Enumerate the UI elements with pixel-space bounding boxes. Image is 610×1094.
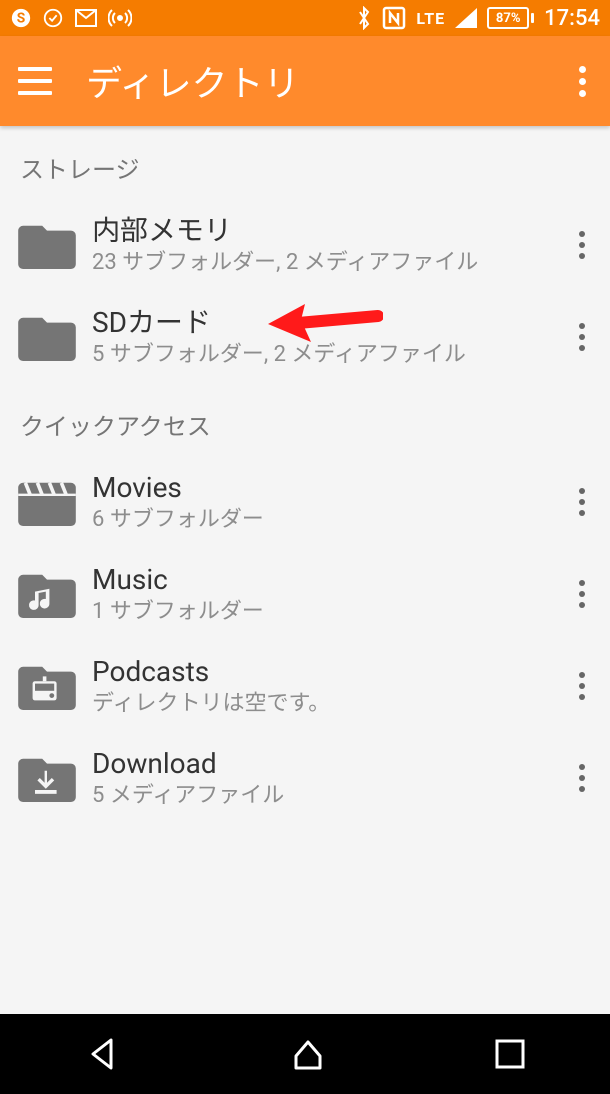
item-more-button[interactable] [562,323,602,351]
item-subtitle: 5 サブフォルダー, 2 メディアファイル [92,341,562,370]
status-left: S [10,7,132,29]
podcasts-folder-icon [16,661,78,711]
item-more-button[interactable] [562,580,602,608]
item-more-button[interactable] [562,231,602,259]
system-nav-bar [0,1014,610,1094]
status-bar: S LTE 87% 17:54 [0,0,610,36]
item-subtitle: ディレクトリは空です。 [92,690,562,719]
movies-folder-icon [16,477,78,527]
storage-item-internal[interactable]: 内部メモリ 23 サブフォルダー, 2 メディアファイル [0,199,610,291]
folder-icon [16,220,78,270]
item-title: Movies [92,470,562,506]
hamburger-menu-button[interactable] [18,67,58,95]
quick-item-music[interactable]: Music 1 サブフォルダー [0,548,610,640]
status-right: LTE 87% 17:54 [356,6,600,31]
nav-recent-button[interactable] [493,1037,527,1071]
overflow-menu-button[interactable] [573,60,592,103]
item-subtitle: 5 メディアファイル [92,782,562,811]
bluetooth-icon [356,6,372,30]
folder-icon [16,312,78,362]
signal-icon [455,8,477,28]
lte-label: LTE [416,9,445,28]
storage-item-sdcard[interactable]: SDカード 5 サブフォルダー, 2 メディアファイル [0,291,610,383]
skype-icon: S [10,7,32,29]
svg-text:S: S [17,11,25,27]
mail-icon [74,8,98,28]
section-header-quick: クイックアクセス [0,383,610,456]
item-title: Download [92,746,562,782]
item-more-button[interactable] [562,672,602,700]
app-bar: ディレクトリ [0,36,610,126]
nav-home-button[interactable] [288,1034,328,1074]
item-title: 内部メモリ [92,213,562,249]
check-circle-icon [42,7,64,29]
battery-indicator: 87% [487,7,534,29]
app-title: ディレクトリ [86,55,573,107]
music-folder-icon [16,569,78,619]
quick-item-podcasts[interactable]: Podcasts ディレクトリは空です。 [0,640,610,732]
nfc-icon [382,6,406,30]
quick-item-download[interactable]: Download 5 メディアファイル [0,732,610,824]
battery-percent: 87% [496,11,521,26]
download-folder-icon [16,753,78,803]
item-title: SDカード [92,305,562,341]
quick-item-movies[interactable]: Movies 6 サブフォルダー [0,456,610,548]
item-title: Podcasts [92,654,562,690]
item-subtitle: 1 サブフォルダー [92,598,562,627]
item-subtitle: 23 サブフォルダー, 2 メディアファイル [92,249,562,278]
broadcast-icon [108,7,132,29]
item-title: Music [92,562,562,598]
item-subtitle: 6 サブフォルダー [92,506,562,535]
nav-back-button[interactable] [83,1034,123,1074]
item-more-button[interactable] [562,764,602,792]
item-more-button[interactable] [562,488,602,516]
section-header-storage: ストレージ [0,126,610,199]
clock: 17:54 [544,6,600,31]
